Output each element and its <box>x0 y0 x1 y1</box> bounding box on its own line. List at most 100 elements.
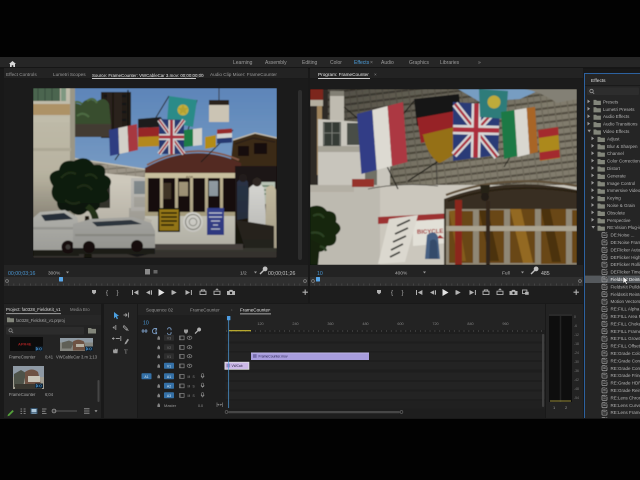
svg-text:M: M <box>188 384 191 388</box>
svg-text:0.0: 0.0 <box>198 404 203 408</box>
svg-text:Video Effects: Video Effects <box>603 129 630 134</box>
svg-text:}: } <box>402 291 404 297</box>
svg-text:-12: -12 <box>574 333 579 337</box>
svg-text:Full: Full <box>502 271 510 277</box>
svg-text:-6: -6 <box>574 324 577 328</box>
svg-text:V1: V1 <box>167 364 171 368</box>
svg-text:300%: 300% <box>48 271 61 277</box>
svg-text:Noise & Grain: Noise & Grain <box>607 203 636 208</box>
svg-text:T: T <box>124 349 128 356</box>
svg-text:APR4E: APR4E <box>18 342 32 347</box>
svg-text:RE:Grade Fringin ...: RE:Grade Fringin ... <box>611 373 640 378</box>
svg-text:}: } <box>117 291 119 297</box>
svg-text:FieldsKit Reinterla ...: FieldsKit Reinterla ... <box>611 292 640 297</box>
svg-text:RE:Grade Correct ...: RE:Grade Correct ... <box>611 366 640 371</box>
svg-text:DEFlicker Time La ...: DEFlicker Time La ... <box>611 270 640 275</box>
svg-text:00;00;03;16: 00;00;03;16 <box>8 271 36 277</box>
svg-text:400%: 400% <box>395 271 408 277</box>
svg-text:Master: Master <box>164 403 177 408</box>
svg-text:Project: fa0328_FieldsKit_v1: Project: fa0328_FieldsKit_v1 <box>6 307 61 312</box>
svg-text:Motion Vectors: C ...: Motion Vectors: C ... <box>611 299 640 304</box>
svg-text:A3: A3 <box>167 394 171 398</box>
svg-text:M: M <box>188 375 191 379</box>
svg-text:RE:Grade Reinter ...: RE:Grade Reinter ... <box>611 388 640 393</box>
svg-text:FrameCounter: FrameCounter <box>9 392 36 397</box>
svg-text:00;00;01;26: 00;00;01;26 <box>268 271 296 277</box>
svg-text:480: 480 <box>362 322 368 326</box>
svg-text:VWCab: VWCab <box>232 364 243 368</box>
svg-text:RE:FILL Offset ...: RE:FILL Offset ... <box>611 344 640 349</box>
svg-text:A1: A1 <box>167 375 171 379</box>
svg-text:Obsolete: Obsolete <box>607 210 626 215</box>
svg-text:6;04: 6;04 <box>45 392 54 397</box>
svg-text:FrameCounter: FrameCounter <box>240 308 270 313</box>
svg-text:Blur & Sharpen: Blur & Sharpen <box>607 144 638 149</box>
svg-text:DE:Noise Frame ...: DE:Noise Frame ... <box>611 240 640 245</box>
svg-text:-30: -30 <box>574 360 579 364</box>
svg-text:Image Control: Image Control <box>607 181 635 186</box>
svg-text:V3: V3 <box>167 336 171 340</box>
svg-text:-18: -18 <box>574 342 579 346</box>
svg-text:RE:Lens Chromat ...: RE:Lens Chromat ... <box>611 395 640 400</box>
svg-text:Audio Effects: Audio Effects <box>603 114 630 119</box>
svg-text:Channel: Channel <box>607 151 624 156</box>
svg-text:960: 960 <box>502 322 508 326</box>
svg-text:485: 485 <box>541 271 550 277</box>
svg-text:RE:FILL Frame-B ...: RE:FILL Frame-B ... <box>611 329 640 334</box>
svg-text:-24: -24 <box>574 351 579 355</box>
svg-text:A1: A1 <box>144 375 148 379</box>
svg-text:fa0328_FieldsKit_v1.prproj: fa0328_FieldsKit_v1.prproj <box>16 318 65 323</box>
svg-text:FrameCounter: FrameCounter <box>9 355 36 360</box>
svg-text:Distort: Distort <box>607 166 621 171</box>
svg-text:FieldsKit Pulldow ...: FieldsKit Pulldow ... <box>611 284 640 289</box>
svg-text:RE:Grade HDR M ...: RE:Grade HDR M ... <box>611 381 640 386</box>
svg-text:×: × <box>268 308 271 313</box>
svg-text:Perspective: Perspective <box>607 218 631 223</box>
svg-text:Lumetri Presets: Lumetri Presets <box>603 107 635 112</box>
svg-text:Media Bro: Media Bro <box>70 307 90 312</box>
svg-text:V2: V2 <box>167 346 171 350</box>
svg-text:RE:FILL GrowScal ...: RE:FILL GrowScal ... <box>611 336 640 341</box>
svg-text:RE:FILL Choke ...: RE:FILL Choke ... <box>611 321 640 326</box>
svg-text:0: 0 <box>574 315 576 319</box>
svg-text:DEFlicker High Sp ...: DEFlicker High Sp ... <box>611 255 640 260</box>
svg-text:360: 360 <box>327 322 333 326</box>
svg-text:RE:FILL Alpha ...: RE:FILL Alpha ... <box>611 307 640 312</box>
svg-text:FrameCounter: FrameCounter <box>190 308 220 313</box>
svg-text:240: 240 <box>292 322 298 326</box>
svg-text:-36: -36 <box>574 369 579 373</box>
svg-text:600: 600 <box>397 322 403 326</box>
svg-text:720: 720 <box>432 322 438 326</box>
svg-text:DEFlicker Rolling ...: DEFlicker Rolling ... <box>611 262 640 267</box>
svg-text:Sequence 02: Sequence 02 <box>146 308 174 313</box>
svg-text:Immersive Video: Immersive Video <box>607 188 640 193</box>
svg-text:10: 10 <box>143 321 149 327</box>
svg-text:Color Correction: Color Correction <box>607 159 640 164</box>
svg-text:A2: A2 <box>167 384 171 388</box>
svg-text:{: { <box>391 291 393 297</box>
svg-text:Audio Transitions: Audio Transitions <box>603 122 638 127</box>
svg-text:DEFlicker Auto Le ...: DEFlicker Auto Le ... <box>611 247 640 252</box>
svg-text:Presets: Presets <box>603 99 619 104</box>
svg-text:RE:Grade Contras ...: RE:Grade Contras ... <box>611 358 640 363</box>
svg-text:Generate: Generate <box>607 173 626 178</box>
svg-text:RE:Vision Plug-ins: RE:Vision Plug-ins <box>607 225 640 230</box>
svg-text:Adjust: Adjust <box>607 136 620 141</box>
svg-text:RE:FILL Area Fill ...: RE:FILL Area Fill ... <box>611 314 640 319</box>
svg-text:-48: -48 <box>574 387 579 391</box>
svg-text:DE:Noise ...: DE:Noise ... <box>611 233 635 238</box>
svg-text:RE:Lens Frame Fi ...: RE:Lens Frame Fi ... <box>611 410 640 415</box>
svg-text:120: 120 <box>257 322 263 326</box>
svg-text:FrameCounter.mov: FrameCounter.mov <box>259 355 288 359</box>
svg-text:1;13: 1;13 <box>89 355 98 360</box>
svg-text:M: M <box>188 394 191 398</box>
svg-text:10: 10 <box>317 271 323 277</box>
svg-text:RE:Grade Color B ...: RE:Grade Color B ... <box>611 351 640 356</box>
svg-text:VWCableCar 3.m: VWCableCar 3.m <box>56 355 88 360</box>
svg-text:0;41: 0;41 <box>45 355 54 360</box>
svg-text:-54: -54 <box>574 396 579 400</box>
svg-text:{: { <box>106 291 108 297</box>
svg-text:840: 840 <box>467 322 473 326</box>
svg-text:Keying: Keying <box>607 196 621 201</box>
svg-text:RE:Lens Curved S ...: RE:Lens Curved S ... <box>611 403 640 408</box>
